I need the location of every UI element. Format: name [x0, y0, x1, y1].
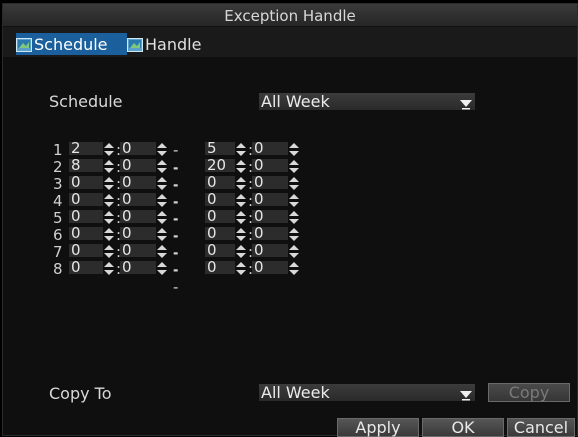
chevron-down-icon — [460, 96, 472, 110]
start-hour-field[interactable]: 8 — [69, 158, 103, 173]
end-minute-field[interactable]: 0 — [252, 209, 288, 224]
spinner-icon[interactable] — [288, 142, 300, 156]
cancel-button[interactable]: Cancel — [507, 418, 575, 437]
chevron-down-icon — [460, 387, 472, 401]
schedule-select[interactable]: All Week — [259, 93, 475, 110]
end-minute-field[interactable]: 0 — [252, 226, 288, 241]
spinner-icon[interactable] — [235, 159, 247, 173]
spinner-icon[interactable] — [288, 193, 300, 207]
start-minute-field[interactable]: 0 — [120, 260, 156, 275]
schedule-label: Schedule — [49, 92, 123, 111]
schedule-select-value: All Week — [261, 92, 330, 111]
start-minute-field[interactable]: 0 — [120, 192, 156, 207]
spinner-icon[interactable] — [103, 142, 115, 156]
start-hour-field[interactable]: 0 — [69, 260, 103, 275]
start-minute-field[interactable]: 0 — [120, 175, 156, 190]
spinner-icon[interactable] — [235, 193, 247, 207]
start-hour-field[interactable]: 0 — [69, 243, 103, 258]
spinner-icon[interactable] — [288, 227, 300, 241]
spinner-icon[interactable] — [156, 176, 168, 190]
spinner-icon[interactable] — [156, 244, 168, 258]
range-dash: -- — [173, 260, 179, 296]
tab-handle-label: Handle — [145, 34, 202, 54]
spinner-icon[interactable] — [288, 261, 300, 275]
spinner-icon[interactable] — [288, 159, 300, 173]
spinner-icon[interactable] — [235, 176, 247, 190]
end-hour-field[interactable]: 0 — [205, 260, 235, 275]
monitor-icon — [16, 37, 32, 52]
spinner-icon[interactable] — [288, 176, 300, 190]
row-number: 3 — [53, 175, 63, 193]
ok-button[interactable]: OK — [422, 418, 504, 437]
monitor-icon — [127, 37, 143, 52]
start-hour-field[interactable]: 2 — [69, 141, 103, 156]
start-minute-field[interactable]: 0 — [120, 226, 156, 241]
window-title: Exception Handle — [224, 7, 356, 25]
end-hour-field[interactable]: 0 — [205, 226, 235, 241]
spinner-icon[interactable] — [156, 227, 168, 241]
spinner-icon[interactable] — [235, 261, 247, 275]
spinner-icon[interactable] — [103, 210, 115, 224]
spinner-icon[interactable] — [235, 142, 247, 156]
spinner-icon[interactable] — [103, 244, 115, 258]
apply-button[interactable]: Apply — [337, 418, 419, 437]
start-minute-field[interactable]: 0 — [120, 158, 156, 173]
copy-button[interactable]: Copy — [488, 383, 570, 402]
row-number: 7 — [53, 243, 63, 261]
exception-handle-window: Exception Handle Schedule Handle Schedul… — [2, 3, 578, 437]
row-number: 1 — [53, 141, 63, 159]
start-hour-field[interactable]: 0 — [69, 209, 103, 224]
start-minute-field[interactable]: 0 — [120, 141, 156, 156]
end-minute-field[interactable]: 0 — [252, 141, 288, 156]
row-number: 5 — [53, 209, 63, 227]
spinner-icon[interactable] — [288, 210, 300, 224]
start-hour-field[interactable]: 0 — [69, 175, 103, 190]
end-minute-field[interactable]: 0 — [252, 158, 288, 173]
spinner-icon[interactable] — [288, 244, 300, 258]
tab-bar: Schedule Handle — [3, 27, 577, 57]
end-hour-field[interactable]: 0 — [205, 175, 235, 190]
end-hour-field[interactable]: 0 — [205, 192, 235, 207]
spinner-icon[interactable] — [156, 142, 168, 156]
start-hour-field[interactable]: 0 — [69, 192, 103, 207]
end-minute-field[interactable]: 0 — [252, 192, 288, 207]
spinner-icon[interactable] — [156, 159, 168, 173]
end-hour-field[interactable]: 5 — [205, 141, 235, 156]
copy-to-select-value: All Week — [261, 383, 330, 402]
row-number: 6 — [53, 226, 63, 244]
start-minute-field[interactable]: 0 — [120, 209, 156, 224]
copy-to-label: Copy To — [49, 384, 112, 403]
end-hour-field[interactable]: 0 — [205, 209, 235, 224]
spinner-icon[interactable] — [103, 261, 115, 275]
spinner-icon[interactable] — [235, 210, 247, 224]
spinner-icon[interactable] — [103, 176, 115, 190]
spinner-icon[interactable] — [235, 244, 247, 258]
end-minute-field[interactable]: 0 — [252, 260, 288, 275]
spinner-icon[interactable] — [156, 210, 168, 224]
spinner-icon[interactable] — [235, 227, 247, 241]
tab-schedule-label: Schedule — [34, 34, 108, 54]
start-hour-field[interactable]: 0 — [69, 226, 103, 241]
end-hour-field[interactable]: 0 — [205, 243, 235, 258]
spinner-icon[interactable] — [103, 227, 115, 241]
title-bar: Exception Handle — [3, 4, 577, 27]
row-number: 4 — [53, 192, 63, 210]
tab-handle[interactable]: Handle — [127, 33, 202, 55]
spinner-icon[interactable] — [156, 261, 168, 275]
row-number: 8 — [53, 260, 63, 278]
spinner-icon[interactable] — [103, 159, 115, 173]
spinner-icon[interactable] — [156, 193, 168, 207]
copy-to-select[interactable]: All Week — [259, 384, 475, 401]
end-minute-field[interactable]: 0 — [252, 175, 288, 190]
row-number: 2 — [53, 158, 63, 176]
spinner-icon[interactable] — [103, 193, 115, 207]
start-minute-field[interactable]: 0 — [120, 243, 156, 258]
end-hour-field[interactable]: 20 — [205, 158, 235, 173]
end-minute-field[interactable]: 0 — [252, 243, 288, 258]
tab-schedule[interactable]: Schedule — [16, 33, 127, 55]
